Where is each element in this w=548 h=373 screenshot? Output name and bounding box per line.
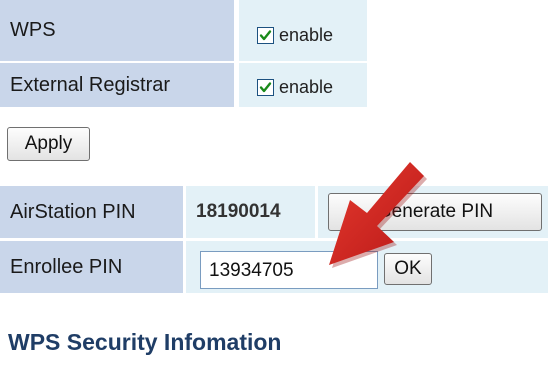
wps-label-cell: WPS bbox=[0, 0, 234, 61]
airstation-pin-label: AirStation PIN bbox=[10, 200, 136, 223]
apply-button[interactable]: Apply bbox=[7, 127, 90, 161]
external-registrar-label: External Registrar bbox=[10, 73, 171, 96]
enrollee-pin-input[interactable] bbox=[200, 251, 378, 289]
wps-value-cell: enable bbox=[239, 0, 367, 61]
enrollee-pin-label: Enrollee PIN bbox=[10, 255, 123, 278]
airstation-pin-label-cell: AirStation PIN bbox=[0, 186, 183, 238]
wps-settings-page: WPS enable External Registrar enable App… bbox=[0, 0, 548, 373]
generate-pin-button[interactable]: Generate PIN bbox=[328, 193, 542, 231]
airstation-pin-value-cell: 18190014 bbox=[186, 186, 315, 238]
external-registrar-label-cell: External Registrar bbox=[0, 63, 234, 107]
checkmark-icon bbox=[259, 81, 272, 92]
external-registrar-enable-label: enable bbox=[279, 76, 334, 97]
airstation-pin-value: 18190014 bbox=[196, 201, 281, 222]
wps-label: WPS bbox=[10, 19, 56, 41]
external-registrar-value-cell: enable bbox=[239, 63, 367, 107]
wps-enable-checkbox[interactable] bbox=[257, 27, 274, 44]
checkmark-icon bbox=[259, 30, 272, 41]
enrollee-pin-ok-button[interactable]: OK bbox=[384, 253, 432, 285]
wps-enable-label: enable bbox=[279, 25, 334, 45]
external-registrar-enable-checkbox[interactable] bbox=[257, 78, 274, 96]
wps-security-info-heading: WPS Security Infomation bbox=[8, 329, 282, 355]
enrollee-pin-label-cell: Enrollee PIN bbox=[0, 241, 183, 293]
